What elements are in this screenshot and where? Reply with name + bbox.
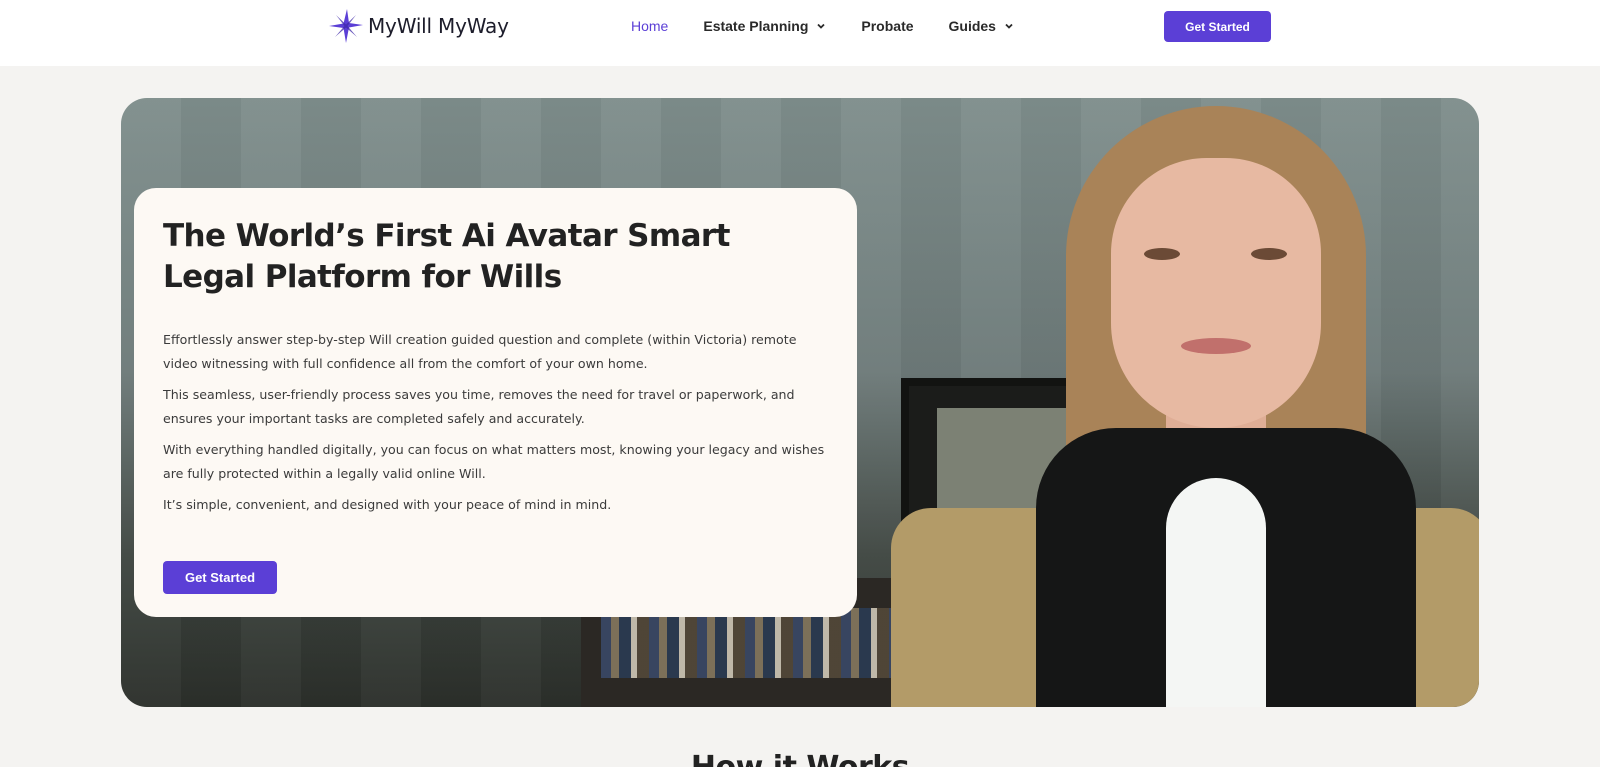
hero-title: The World’s First Ai Avatar Smart Legal …: [163, 218, 730, 295]
brand-name: MyWill MyWay: [368, 14, 509, 38]
brand-logo[interactable]: MyWill MyWay: [328, 8, 509, 44]
hero-card: The World’s First Ai Avatar Smart Legal …: [134, 188, 857, 617]
hero-paragraph: This seamless, user-friendly process sav…: [163, 387, 795, 426]
ai-avatar-image: [1006, 98, 1446, 707]
nav-item-label: Home: [631, 18, 669, 34]
nav-item-probate[interactable]: Probate: [861, 18, 913, 34]
hero-paragraph: Effortlessly answer step-by-step Will cr…: [163, 332, 797, 371]
nav-item-guides[interactable]: Guides: [949, 18, 1014, 34]
nav-item-label: Guides: [948, 18, 996, 34]
books: [601, 608, 921, 678]
main-nav: Home Estate Planning Probate Guides: [631, 0, 1049, 52]
hero-banner: The World’s First Ai Avatar Smart Legal …: [121, 98, 1479, 707]
hero-get-started-button[interactable]: Get Started: [163, 560, 277, 594]
nav-item-estate-planning[interactable]: Estate Planning: [703, 18, 826, 34]
four-point-star-icon: [328, 8, 364, 44]
chevron-down-icon: [1004, 21, 1014, 31]
site-header: MyWill MyWay Home Estate Planning Probat…: [0, 0, 1600, 66]
nav-item-label: Probate: [861, 18, 914, 34]
hero-paragraph: It’s simple, convenient, and designed wi…: [163, 497, 612, 512]
nav-item-label: Estate Planning: [703, 18, 809, 34]
section-title-how-it-works: How it Works: [0, 750, 1600, 767]
chevron-down-icon: [816, 21, 826, 31]
nav-item-home[interactable]: Home: [631, 18, 668, 34]
header-get-started-button[interactable]: Get Started: [1164, 11, 1271, 42]
hero-paragraph: With everything handled digitally, you c…: [163, 442, 825, 481]
